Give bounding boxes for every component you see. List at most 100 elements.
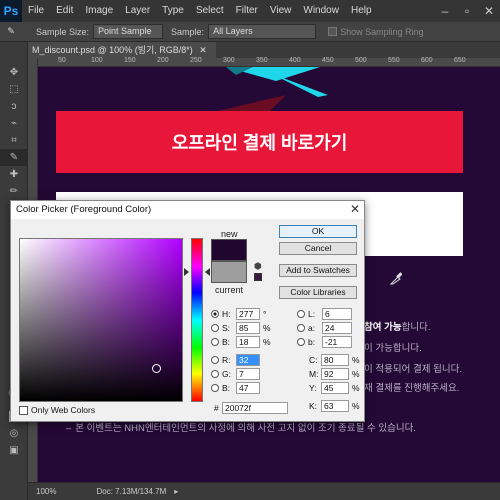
hex-row: # 20072f	[214, 402, 288, 414]
lab-a-input[interactable]: 24	[322, 322, 352, 334]
ruler-tick: 50	[58, 57, 66, 64]
menu-view[interactable]: View	[264, 0, 298, 22]
brightness-row: B: 18 %	[211, 336, 271, 348]
menu-filter[interactable]: Filter	[230, 0, 264, 22]
hue-row: H: 277 °	[211, 308, 266, 320]
note-line-1: 참여 가능합니다.	[364, 319, 430, 333]
current-color-swatch[interactable]	[211, 261, 247, 283]
menu-window[interactable]: Window	[297, 0, 345, 22]
menu-layer[interactable]: Layer	[119, 0, 156, 22]
ok-button[interactable]: OK	[279, 225, 357, 238]
blue-radio[interactable]	[211, 384, 219, 392]
green-label: G:	[222, 369, 231, 379]
lab-b-radio[interactable]	[297, 338, 305, 346]
zoom-level[interactable]: 100%	[36, 487, 56, 496]
ruler-tick: 600	[421, 57, 433, 64]
brush-tool-icon[interactable]: ✏	[0, 183, 28, 200]
hue-unit: °	[263, 309, 267, 319]
blue-input[interactable]: 47	[236, 382, 260, 394]
cancel-button[interactable]: Cancel	[279, 242, 357, 255]
hue-input[interactable]: 277	[236, 308, 260, 320]
blue-row: B: 47	[211, 382, 260, 394]
lab-l-label: L:	[308, 309, 316, 319]
quick-select-tool-icon[interactable]: ⌁	[0, 115, 28, 132]
lab-a-radio[interactable]	[297, 324, 305, 332]
lab-l-radio[interactable]	[297, 310, 305, 318]
cyan-label: C:	[309, 355, 318, 365]
lab-b-label: b:	[308, 337, 316, 347]
ruler-tick: 350	[256, 57, 268, 64]
cyan-input[interactable]: 80	[321, 354, 349, 366]
brightness-input[interactable]: 18	[236, 336, 260, 348]
saturation-label: S:	[222, 323, 231, 333]
green-radio[interactable]	[211, 370, 219, 378]
marquee-tool-icon[interactable]: ⬚	[0, 81, 28, 98]
lab-l-input[interactable]: 6	[322, 308, 352, 320]
menu-type[interactable]: Type	[156, 0, 190, 22]
lasso-tool-icon[interactable]: ↄ	[0, 98, 28, 115]
status-arrow-icon[interactable]: ▸	[174, 487, 178, 496]
document-tab[interactable]: M_discount.psd @ 100% (빙기, RGB/8*) ✕	[28, 42, 216, 58]
color-cursor[interactable]	[152, 364, 161, 373]
saturation-radio[interactable]	[211, 324, 219, 332]
close-tab-icon[interactable]: ✕	[199, 45, 207, 55]
magenta-label: M:	[309, 369, 319, 379]
ruler-tick: 150	[124, 57, 136, 64]
saturation-brightness-field[interactable]	[19, 238, 183, 402]
note-line-1-suffix: 합니다.	[401, 322, 431, 333]
lab-b-input[interactable]: -21	[322, 336, 352, 348]
magenta-row: M: 92 %	[309, 368, 360, 380]
red-radio[interactable]	[211, 356, 219, 364]
sample-select[interactable]: All Layers	[208, 24, 317, 39]
menu-file[interactable]: File	[22, 0, 50, 22]
close-window-icon[interactable]: ✕	[478, 0, 500, 22]
blue-label: B:	[222, 383, 231, 393]
eyedropper-icon[interactable]: ✎	[0, 149, 28, 166]
maximize-icon[interactable]: ▫	[456, 0, 478, 22]
new-label: new	[221, 229, 238, 239]
move-tool-icon[interactable]: ✥	[0, 64, 28, 81]
minimize-icon[interactable]: –	[434, 0, 456, 22]
eyedropper-tool-icon[interactable]: ✎	[0, 26, 22, 37]
sample-size-select[interactable]: Point Sample	[93, 24, 164, 39]
yellow-input[interactable]: 45	[321, 382, 349, 394]
dialog-title: Color Picker (Foreground Color)	[11, 201, 364, 219]
web-safe-color-icon[interactable]	[254, 273, 262, 281]
show-ring-checkbox[interactable]	[328, 27, 338, 36]
status-bar: 100% Doc: 7.13M/134.7M ▸	[28, 482, 500, 500]
saturation-input[interactable]: 85	[236, 322, 260, 334]
note-line-1-bold: 참여 가능	[364, 322, 402, 333]
menu-select[interactable]: Select	[190, 0, 230, 22]
red-input[interactable]: 32	[236, 354, 260, 366]
lab-l-row: L: 6	[297, 308, 352, 320]
screen-mode-icon[interactable]: ▣	[0, 442, 28, 459]
black-input[interactable]: 63	[321, 400, 349, 412]
bullet-icon: –	[66, 423, 72, 434]
horizontal-ruler: 50 100 150 200 250 300 350 400 450 500 5…	[38, 57, 500, 67]
quick-mask-icon[interactable]: ◎	[0, 425, 28, 442]
menu-help[interactable]: Help	[345, 0, 378, 22]
brightness-radio[interactable]	[211, 338, 219, 346]
hue-left-arrow-icon[interactable]	[184, 268, 189, 276]
hex-input[interactable]: 20072f	[222, 402, 288, 414]
menu-image[interactable]: Image	[79, 0, 119, 22]
magenta-input[interactable]: 92	[321, 368, 349, 380]
healing-brush-icon[interactable]: ✚	[0, 166, 28, 183]
gamut-warning-icon[interactable]: ⬢	[254, 261, 262, 272]
cyan-unit: %	[352, 355, 360, 365]
close-icon[interactable]: ✕	[350, 202, 360, 216]
note-line-2: 이 가능합니다.	[364, 343, 422, 354]
hue-slider[interactable]	[191, 238, 203, 402]
lab-b-row: b: -21	[297, 336, 352, 348]
green-input[interactable]: 7	[236, 368, 260, 380]
hue-radio[interactable]	[211, 310, 219, 318]
add-to-swatches-button[interactable]: Add to Swatches	[279, 264, 357, 277]
ruler-tick: 400	[289, 57, 301, 64]
only-web-colors-checkbox[interactable]	[19, 405, 28, 415]
color-libraries-button[interactable]: Color Libraries	[279, 286, 357, 299]
hue-right-arrow-icon[interactable]	[205, 268, 210, 276]
crop-tool-icon[interactable]: ⌗	[0, 132, 28, 149]
menu-edit[interactable]: Edit	[50, 0, 79, 22]
hex-label: #	[214, 403, 219, 413]
current-label: current	[215, 285, 244, 295]
